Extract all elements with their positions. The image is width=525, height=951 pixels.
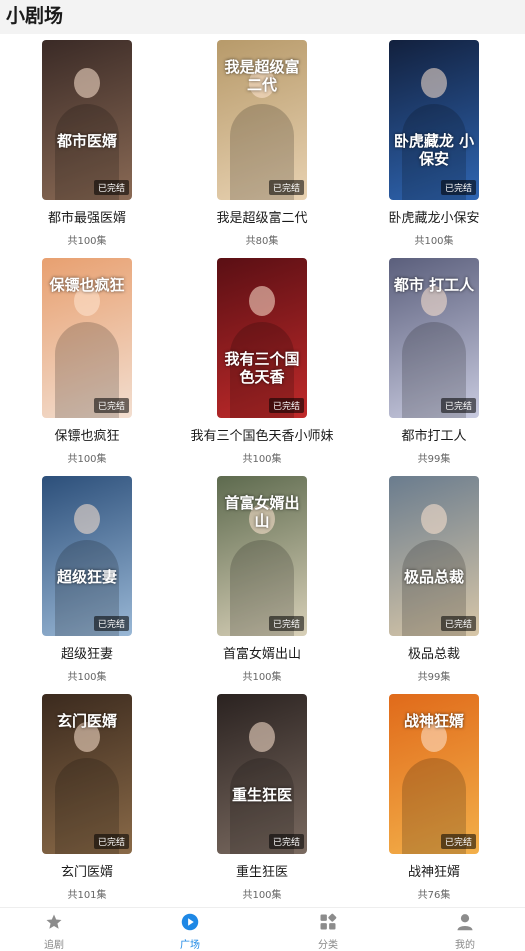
completed-badge: 已完结 (93, 180, 129, 195)
poster-figure-head (421, 504, 447, 534)
poster-title: 极品总裁 (403, 568, 464, 586)
episode-count: 共80集 (245, 236, 279, 247)
star-icon (46, 914, 62, 929)
poster-title: 都市 打工人 (393, 276, 475, 294)
drama-poster[interactable]: 超级狂妻已完结 (42, 476, 132, 636)
play-circle-icon (181, 913, 199, 931)
drama-poster[interactable]: 我有三个国色天香已完结 (217, 258, 307, 418)
drama-card[interactable]: 玄门医婿 已完结 玄门医婿 共101集 (12, 688, 162, 906)
completed-badge: 已完结 (440, 616, 476, 631)
drama-poster[interactable]: 保镖也疯狂已完结 (42, 258, 132, 418)
poster-title: 我有三个国色天香 (224, 350, 300, 386)
episode-count: 共99集 (417, 672, 451, 683)
poster-figure-head (74, 504, 100, 534)
drama-card[interactable]: 我有三个国色天香已完结我有三个国色天香小师妹共100集 (187, 252, 337, 470)
drama-title[interactable]: 重生狂医 (187, 861, 337, 880)
drama-poster[interactable]: 我是超级富二代已完结 (217, 40, 307, 200)
drama-card[interactable]: 超级狂妻 已完结 超级狂妻 共100集 (12, 470, 162, 688)
poster-figure-head (74, 68, 100, 98)
drama-poster[interactable]: 极品总裁已完结 (389, 476, 479, 636)
drama-poster[interactable]: 玄门医婿已完结 (42, 694, 132, 854)
grid-icon (320, 913, 337, 930)
poster-figure-head (249, 286, 275, 316)
completed-badge: 已完结 (440, 834, 476, 849)
tab-zhuiju[interactable]: 追剧 (14, 908, 94, 951)
poster-title: 首富女婿出山 (224, 494, 300, 530)
drama-card[interactable]: 战神狂婿 已完结 战神狂婿 共76集 (359, 688, 509, 906)
top-header: 小剧场 (0, 0, 525, 34)
drama-title[interactable]: 都市最强医婿 (12, 207, 162, 226)
person-icon (457, 914, 473, 931)
drama-card[interactable]: 极品总裁 已完结 极品总裁 共99集 (359, 470, 509, 688)
drama-poster[interactable]: 首富女婿出山已完结 (217, 476, 307, 636)
poster-figure-head (249, 722, 275, 752)
episode-count: 共100集 (67, 454, 107, 465)
poster-title: 都市医婿 (56, 132, 117, 150)
poster-title: 重生狂医 (231, 786, 292, 804)
poster-title: 超级狂妻 (56, 568, 117, 586)
drama-card[interactable]: 保镖也疯狂 已完结 保镖也疯狂 共100集 (12, 252, 162, 470)
drama-poster[interactable]: 都市 打工人已完结 (389, 258, 479, 418)
poster-figure-head (421, 68, 447, 98)
completed-badge: 已完结 (268, 398, 304, 413)
episode-count: 共101集 (67, 890, 107, 901)
drama-title[interactable]: 保镖也疯狂 (12, 425, 162, 444)
tab-wode[interactable]: 我的 (425, 908, 505, 951)
completed-badge: 已完结 (93, 616, 129, 631)
drama-poster[interactable]: 重生狂医已完结 (217, 694, 307, 854)
drama-title[interactable]: 极品总裁 (359, 643, 509, 662)
drama-title[interactable]: 我是超级富二代 (187, 207, 337, 226)
episode-count: 共100集 (67, 672, 107, 683)
drama-card[interactable]: 重生狂医 已完结 重生狂医 共100集 (187, 688, 337, 906)
tab-guangchang[interactable]: 广场 (150, 908, 230, 951)
drama-title[interactable]: 都市打工人 (359, 425, 509, 444)
drama-card[interactable]: 卧虎藏龙 小保安已完结卧虎藏龙小保安共100集 (359, 34, 509, 252)
episode-count: 共76集 (417, 890, 451, 901)
drama-title[interactable]: 卧虎藏龙小保安 (359, 207, 509, 226)
episode-count: 共100集 (242, 454, 282, 465)
poster-title: 战神狂婿 (403, 712, 464, 730)
completed-badge: 已完结 (268, 180, 304, 195)
drama-card[interactable]: 都市 打工人已完结都市打工人共99集 (359, 252, 509, 470)
completed-badge: 已完结 (440, 180, 476, 195)
drama-card[interactable]: 首富女婿出山 已完结 首富女婿出山 共100集 (187, 470, 337, 688)
completed-badge: 已完结 (93, 398, 129, 413)
episode-count: 共99集 (417, 454, 451, 465)
drama-poster[interactable]: 卧虎藏龙 小保安已完结 (389, 40, 479, 200)
completed-badge: 已完结 (440, 398, 476, 413)
drama-card[interactable]: 都市医婿已完结都市最强医婿共100集 (12, 34, 162, 252)
completed-badge: 已完结 (268, 616, 304, 631)
drama-title[interactable]: 我有三个国色天香小师妹 (187, 425, 337, 444)
completed-badge: 已完结 (268, 834, 304, 849)
episode-count: 共100集 (414, 236, 454, 247)
poster-title: 我是超级富二代 (224, 58, 300, 94)
episode-count: 共100集 (67, 236, 107, 247)
episode-count: 共100集 (242, 890, 282, 901)
tab-fenlei[interactable]: 分类 (288, 908, 368, 951)
drama-title[interactable]: 首富女婿出山 (187, 643, 337, 662)
drama-poster[interactable]: 都市医婿已完结 (42, 40, 132, 200)
drama-poster[interactable]: 战神狂婿已完结 (389, 694, 479, 854)
drama-title[interactable]: 战神狂婿 (359, 861, 509, 880)
drama-title[interactable]: 玄门医婿 (12, 861, 162, 880)
completed-badge: 已完结 (93, 834, 129, 849)
episode-count: 共100集 (242, 672, 282, 683)
drama-title[interactable]: 超级狂妻 (12, 643, 162, 662)
poster-title: 卧虎藏龙 小保安 (393, 132, 475, 168)
poster-title: 保镖也疯狂 (49, 276, 125, 294)
page-title: 小剧场 (6, 5, 64, 27)
drama-card[interactable]: 我是超级富二代 已完结 我是超级富二代 共80集 (187, 34, 337, 252)
bottom-tab-bar: 追剧 广场 分类 我的 (0, 907, 525, 951)
poster-title: 玄门医婿 (56, 712, 117, 730)
